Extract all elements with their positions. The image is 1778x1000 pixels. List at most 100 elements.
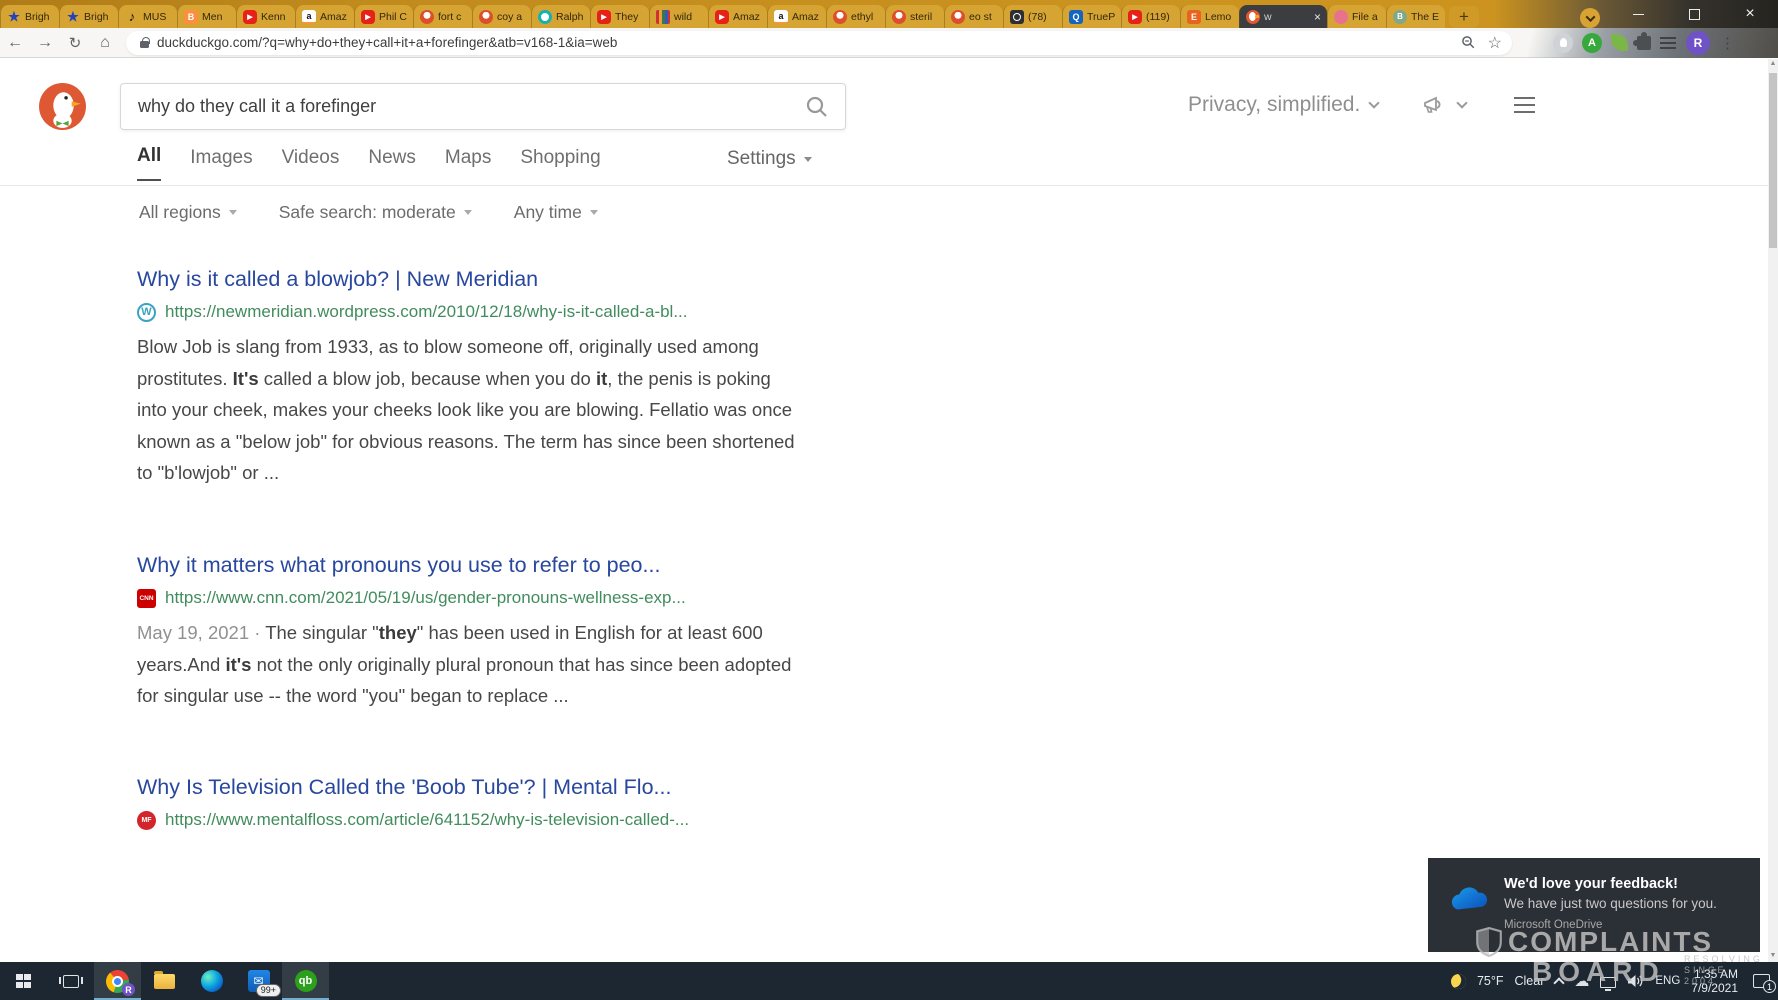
result-title-link[interactable]: Why Is Television Called the 'Boob Tube'… (137, 773, 842, 801)
close-button[interactable]: × (1722, 0, 1778, 28)
tab-videos[interactable]: Videos (282, 147, 340, 181)
filter-dropdown[interactable]: Safe search: moderate (279, 202, 472, 223)
youtube-favicon-icon: ▶ (597, 10, 611, 24)
search-icon[interactable] (805, 95, 829, 119)
browser-tab[interactable]: ethyl (826, 5, 885, 28)
browser-tab[interactable]: ▶Kenn (236, 5, 295, 28)
result-title-link[interactable]: Why it matters what pronouns you use to … (137, 551, 842, 579)
blogger-favicon-icon: B (184, 10, 198, 24)
result-url-link[interactable]: https://www.mentalfloss.com/article/6411… (165, 810, 689, 830)
result-title-link[interactable]: Why is it called a blowjob? | New Meridi… (137, 265, 842, 293)
reload-icon[interactable]: ↻ (60, 34, 90, 52)
tab-shopping[interactable]: Shopping (520, 147, 600, 181)
volume-icon[interactable] (1627, 974, 1644, 988)
puzzle-extension-icon[interactable] (1637, 36, 1651, 50)
browser-tab[interactable]: aAmaz (295, 5, 354, 28)
scrollbar-thumb[interactable] (1769, 73, 1777, 248)
browser-tab[interactable]: wild (649, 5, 708, 28)
privacy-tagline[interactable]: Privacy, simplified. (1188, 93, 1378, 117)
announcement-control[interactable] (1422, 95, 1466, 115)
search-filters: All regions Safe search: moderate Any time (139, 202, 640, 223)
browser-tab[interactable]: BThe E (1386, 5, 1445, 28)
minimize-button[interactable] (1610, 0, 1666, 28)
menu-hamburger-icon[interactable] (1514, 97, 1535, 113)
browser-tab[interactable]: File a (1327, 5, 1386, 28)
browser-tab[interactable]: ♪MUS (118, 5, 177, 28)
browser-tab[interactable]: ▶Phil C (354, 5, 413, 28)
bulb-extension-icon[interactable] (1553, 33, 1573, 53)
browser-profile-chip[interactable] (1580, 8, 1600, 28)
weather-condition[interactable]: Clear (1514, 974, 1544, 988)
result-url-link[interactable]: https://newmeridian.wordpress.com/2010/1… (165, 302, 688, 322)
browser-tab[interactable]: ▶(119) (1121, 5, 1180, 28)
a-extension-icon[interactable]: A (1582, 33, 1602, 53)
toast-body: We have just two questions for you. (1504, 896, 1717, 911)
weather-temp[interactable]: 75°F (1477, 974, 1504, 988)
start-taskbar-button[interactable] (0, 962, 47, 1000)
settings-menu[interactable]: Settings (727, 148, 812, 170)
tab-strip: ★Brigh★Brigh♪MUSBMen▶KennaAmaz▶Phil Cfor… (0, 0, 1445, 28)
browser-tab[interactable]: coy a (472, 5, 531, 28)
scroll-up-arrow-icon[interactable]: ▲ (1768, 60, 1778, 67)
browser-tab[interactable]: aAmaz (767, 5, 826, 28)
person-orange-favicon-icon (833, 10, 847, 24)
tab-images[interactable]: Images (190, 147, 252, 181)
list-extension-icon[interactable] (1660, 37, 1676, 49)
action-center-icon[interactable]: 1 (1753, 974, 1770, 988)
chevron-up-icon[interactable] (1554, 977, 1565, 988)
language-indicator[interactable]: ENG (1655, 975, 1680, 987)
browser-tab[interactable]: ★Brigh (0, 5, 59, 28)
forward-icon[interactable]: → (30, 34, 60, 52)
tab-news[interactable]: News (368, 147, 416, 181)
home-icon[interactable]: ⌂ (90, 34, 120, 52)
leaf-extension-icon[interactable] (1611, 34, 1628, 51)
edge-taskbar-button[interactable] (188, 962, 235, 1000)
result-url-link[interactable]: https://www.cnn.com/2021/05/19/us/gender… (165, 588, 686, 608)
tab-title: Men (202, 11, 232, 23)
browser-tab[interactable]: fort c (413, 5, 472, 28)
browser-tab-active[interactable]: w× (1239, 5, 1327, 28)
close-tab-icon[interactable]: × (1312, 12, 1323, 22)
browser-tab[interactable]: ELemo (1180, 5, 1239, 28)
quickbooks-taskbar-button[interactable]: qb (282, 962, 329, 1000)
browser-tab[interactable]: ▶Amaz (708, 5, 767, 28)
url-text[interactable]: duckduckgo.com/?q=why+do+they+call+it+a+… (157, 35, 1461, 50)
onedrive-toast[interactable]: We'd love your feedback! We have just tw… (1428, 858, 1760, 952)
filter-dropdown[interactable]: Any time (514, 202, 598, 223)
zoom-page-icon[interactable] (1461, 35, 1476, 50)
duckduckgo-logo[interactable] (38, 82, 87, 131)
https-lock-icon[interactable] (140, 41, 149, 48)
tab-maps[interactable]: Maps (445, 147, 491, 181)
task-view-taskbar-button[interactable] (47, 962, 94, 1000)
browser-tab[interactable]: QTrueP (1062, 5, 1121, 28)
new-tab-button[interactable]: + (1449, 6, 1479, 28)
moon-icon[interactable] (1449, 971, 1468, 990)
chrome-taskbar-button[interactable]: R (94, 962, 141, 1000)
browser-tab[interactable]: ★Brigh (59, 5, 118, 28)
browser-tab[interactable]: ▶They (590, 5, 649, 28)
bookmark-star-icon[interactable]: ☆ (1488, 33, 1502, 53)
address-bar[interactable]: duckduckgo.com/?q=why+do+they+call+it+a+… (126, 31, 1512, 55)
mail-taskbar-button[interactable]: ✉99+ (235, 962, 282, 1000)
browser-tab[interactable]: steril (885, 5, 944, 28)
blue-q-favicon-icon: Q (1069, 10, 1083, 24)
browser-tab[interactable]: (78) (1003, 5, 1062, 28)
browser-menu-icon[interactable]: ⋮ (1720, 34, 1735, 52)
taskbar-clock[interactable]: 1:35 AM 7/9/2021 (1691, 967, 1738, 995)
browser-tab[interactable]: B Men (177, 5, 236, 28)
duckduckgo-extension-icon[interactable] (1524, 33, 1544, 53)
page-scrollbar[interactable]: ▲ ▼ (1768, 59, 1778, 962)
explorer-taskbar-button[interactable] (141, 962, 188, 1000)
network-display-icon[interactable] (1600, 977, 1616, 988)
tab-title: (78) (1028, 11, 1058, 23)
browser-tab[interactable]: Ralph (531, 5, 590, 28)
browser-avatar[interactable]: R (1686, 31, 1710, 55)
back-icon[interactable]: ← (0, 34, 30, 52)
tab-all[interactable]: All (137, 145, 161, 181)
filter-dropdown[interactable]: All regions (139, 202, 237, 223)
search-input[interactable] (121, 96, 805, 117)
scroll-down-arrow-icon[interactable]: ▼ (1768, 952, 1778, 959)
browser-tab[interactable]: eo st (944, 5, 1003, 28)
maximize-button[interactable] (1666, 0, 1722, 28)
onedrive-tray-icon[interactable]: ☁ (1574, 972, 1589, 990)
